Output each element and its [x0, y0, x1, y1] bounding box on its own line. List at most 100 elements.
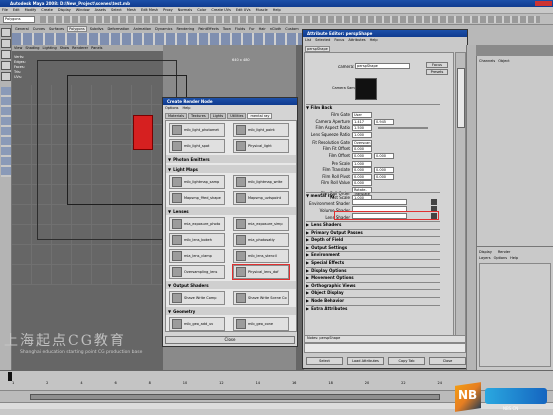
- shelf-tab[interactable]: Polygons: [67, 26, 87, 32]
- render-node-button[interactable]: Physical_light: [233, 139, 289, 153]
- viewport-menu-item[interactable]: View: [14, 46, 22, 50]
- ae-attribute-field[interactable]: 0.000: [352, 146, 372, 152]
- crn-menu-item[interactable]: Options: [165, 106, 179, 110]
- current-frame-marker[interactable]: [8, 372, 12, 381]
- layer-menu-item[interactable]: Help: [510, 256, 518, 260]
- ae-bottom-button[interactable]: Close: [429, 356, 466, 365]
- ae-section-header[interactable]: ▶ Object Display: [306, 289, 440, 295]
- ae-attribute-field[interactable]: 0.000: [352, 167, 372, 173]
- ae-bottom-button[interactable]: Select: [306, 356, 343, 365]
- render-node-button[interactable]: mib_light_point: [233, 123, 289, 137]
- ae-section-header[interactable]: ▶ Special Effects: [306, 259, 440, 265]
- red-object[interactable]: [133, 115, 153, 150]
- render-node-button[interactable]: mia_exposure_photo: [169, 217, 225, 231]
- ae-section-header[interactable]: ▶ Movement Options: [306, 274, 440, 280]
- layer-list[interactable]: [479, 263, 551, 367]
- render-node-button[interactable]: Shave Write Comp: [169, 291, 225, 305]
- range-bar[interactable]: [30, 394, 440, 400]
- crn-section-header[interactable]: ▼ Geometry: [166, 307, 296, 315]
- menu-item[interactable]: Assets: [95, 8, 106, 12]
- ae-notes-area[interactable]: [304, 343, 466, 353]
- crn-section-header[interactable]: ▼ Light Maps: [166, 165, 296, 173]
- menu-item[interactable]: File: [2, 8, 8, 12]
- viewport-menu-item[interactable]: Show: [60, 46, 69, 50]
- viewport-menu-item[interactable]: Renderer: [72, 46, 88, 50]
- render-node-button[interactable]: mia_photosatiy: [233, 233, 289, 247]
- menu-item[interactable]: Muscle: [256, 8, 268, 12]
- shelf-tab[interactable]: Curves: [32, 27, 46, 31]
- ae-attribute-field[interactable]: Overscan: [352, 139, 372, 146]
- crn-menu-item[interactable]: Help: [183, 106, 191, 110]
- ae-section-header[interactable]: ▶ Depth of Field: [306, 236, 440, 242]
- ae-section-header[interactable]: ▶ Display Options: [306, 266, 440, 273]
- render-node-button[interactable]: mib_lightmap_write: [233, 175, 289, 189]
- ae-menu-item[interactable]: List: [305, 38, 311, 42]
- shelf-tab[interactable]: nCloth: [269, 27, 282, 31]
- crn-section-header[interactable]: ▼ Photon Emitters: [166, 155, 296, 163]
- ae-section-header[interactable]: ▶ Orthographic Views: [306, 281, 440, 288]
- crn-close-button[interactable]: Close: [165, 336, 295, 344]
- mr-attribute-field[interactable]: [352, 199, 407, 205]
- menu-item[interactable]: Help: [273, 8, 281, 12]
- channel-box-menu-item[interactable]: Object: [498, 59, 509, 63]
- ae-scrollbar-thumb[interactable]: [457, 68, 465, 128]
- ae-section-header[interactable]: ▶ Primary Output Passes: [306, 228, 440, 235]
- mental-ray-header[interactable]: ▼ mental ray: [306, 192, 440, 198]
- ae-attribute-field[interactable]: 0.000: [352, 173, 372, 180]
- shelf-tab[interactable]: Rendering: [175, 27, 195, 31]
- viewport-menu-item[interactable]: Panels: [91, 46, 102, 50]
- shelf-tab[interactable]: Dynamics: [154, 27, 173, 31]
- ae-bottom-button[interactable]: Load Attributes: [347, 356, 384, 365]
- ae-section-header[interactable]: ▶ Node Behavior: [306, 297, 440, 303]
- ae-attribute-field-2[interactable]: 0.945: [374, 118, 394, 125]
- channel-box-menu-item[interactable]: Channels: [479, 59, 495, 63]
- shelf-tab[interactable]: Custom: [284, 27, 299, 31]
- render-node-button[interactable]: Physical_lens_dof: [232, 264, 290, 280]
- ae-attribute-field-2[interactable]: 0.000: [374, 173, 394, 180]
- ae-bottom-button[interactable]: Copy Tab: [388, 356, 425, 365]
- ae-section-header[interactable]: ▶ Output Settings: [306, 243, 440, 250]
- mode-dropdown[interactable]: Polygons: [3, 16, 35, 23]
- move-tool-icon[interactable]: [1, 50, 11, 59]
- crn-tab[interactable]: mental ray: [247, 112, 273, 119]
- ae-slider[interactable]: [378, 127, 428, 129]
- shelf-icons[interactable]: [12, 33, 302, 45]
- render-node-button[interactable]: Shave Write Scene Co: [233, 291, 289, 305]
- ae-menu-item[interactable]: Help: [370, 38, 378, 42]
- menu-item[interactable]: Edit UVs: [236, 8, 251, 12]
- crn-list[interactable]: mib_light_photomet mib_light_point mib_lig…: [165, 120, 297, 332]
- right-tools-strip[interactable]: [466, 45, 476, 370]
- ae-section-header[interactable]: ▶ Extra Attributes: [306, 304, 440, 311]
- menu-item[interactable]: Color: [197, 8, 206, 12]
- ae-focus-button[interactable]: Focus: [426, 62, 448, 68]
- render-node-button[interactable]: Mapsmp_uvtspoint: [233, 191, 289, 205]
- ae-attribute-field[interactable]: 1.417: [352, 118, 372, 125]
- crn-tab[interactable]: Utilities: [227, 112, 247, 119]
- ae-attribute-field-2[interactable]: 0.000: [374, 167, 394, 173]
- ae-menu-item[interactable]: Attributes: [348, 38, 365, 42]
- menu-item[interactable]: Mesh: [127, 8, 136, 12]
- menu-item[interactable]: Modify: [25, 8, 37, 12]
- status-icons[interactable]: [40, 16, 540, 23]
- shelf-tab[interactable]: Deformation: [106, 27, 130, 31]
- render-node-button[interactable]: mib_lens_stencil: [233, 249, 289, 263]
- menu-item[interactable]: Edit: [13, 8, 20, 12]
- shelf-tab[interactable]: General: [14, 27, 30, 31]
- menu-item[interactable]: Proxy: [163, 8, 173, 12]
- render-node-button[interactable]: mia_lens_clamp: [169, 249, 225, 263]
- render-node-button[interactable]: mib_geo_add_uv: [169, 317, 225, 331]
- ae-attribute-field[interactable]: 0.000: [352, 180, 372, 186]
- viewport[interactable]: View Shading Lighting Show Renderer Panels Ve…: [12, 45, 187, 370]
- viewport-menu-item[interactable]: Lighting: [43, 46, 57, 50]
- render-node-button[interactable]: mib_light_spot: [169, 139, 225, 153]
- layer-tab[interactable]: Display: [479, 250, 492, 254]
- window-controls[interactable]: [535, 1, 552, 6]
- shelf-tab[interactable]: Animation: [132, 27, 152, 31]
- ae-attribute-field[interactable]: 1.500: [352, 125, 372, 131]
- shelf-tab[interactable]: Fur: [248, 27, 255, 31]
- layer-menu-item[interactable]: Layers: [479, 256, 491, 260]
- ae-attribute-field[interactable]: User: [352, 112, 372, 118]
- menu-item[interactable]: Window: [76, 8, 90, 12]
- crn-tab[interactable]: Lights: [209, 112, 227, 119]
- lasso-tool-icon[interactable]: [1, 39, 11, 48]
